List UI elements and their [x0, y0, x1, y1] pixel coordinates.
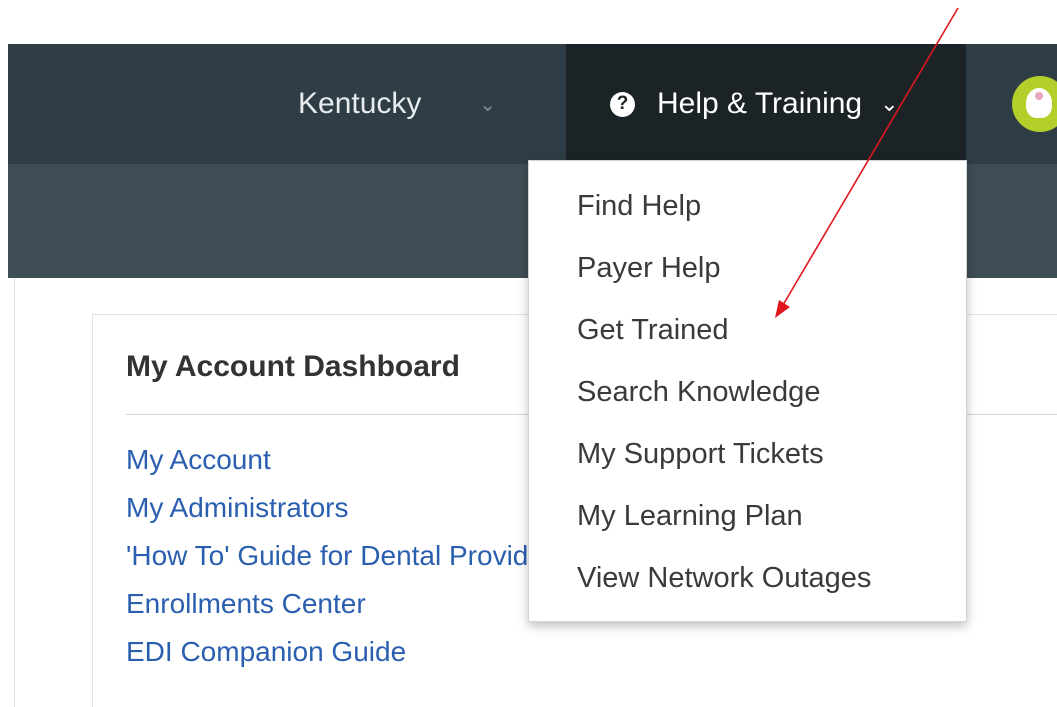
menu-item-payer-help[interactable]: Payer Help [577, 245, 871, 307]
menu-item-find-help[interactable]: Find Help [577, 183, 871, 245]
chevron-down-icon: ⌄ [880, 91, 899, 116]
state-selector[interactable]: Kentucky ⌄ [298, 84, 496, 124]
menu-item-get-trained[interactable]: Get Trained [577, 307, 871, 369]
help-training-dropdown: Find Help Payer Help Get Trained Search … [528, 160, 967, 622]
left-panel-edge [0, 278, 15, 707]
page: Kentucky ⌄ ? Help & Training ⌄ My Accoun… [0, 0, 1057, 707]
menu-item-search-knowledge[interactable]: Search Knowledge [577, 369, 871, 431]
menu-item-my-learning-plan[interactable]: My Learning Plan [577, 493, 871, 555]
chevron-down-icon: ⌄ [479, 93, 497, 116]
menu-item-view-network-outages[interactable]: View Network Outages [577, 555, 871, 617]
help-training-menu-button[interactable]: ? Help & Training ⌄ [566, 44, 966, 164]
menu-item-my-support-tickets[interactable]: My Support Tickets [577, 431, 871, 493]
link-edi-companion-guide[interactable]: EDI Companion Guide [126, 630, 567, 678]
dashboard-title: My Account Dashboard [126, 350, 460, 383]
link-my-account[interactable]: My Account [126, 438, 567, 486]
link-enrollments-center[interactable]: Enrollments Center [126, 582, 567, 630]
link-my-administrators[interactable]: My Administrators [126, 486, 567, 534]
state-selector-label: Kentucky [298, 87, 422, 120]
question-circle-icon: ? [610, 91, 635, 117]
link-how-to-guide[interactable]: 'How To' Guide for Dental Providers [126, 534, 567, 582]
avatar-unicorn-icon [1026, 88, 1052, 118]
help-training-label: Help & Training [657, 87, 863, 120]
dashboard-links: My Account My Administrators 'How To' Gu… [126, 438, 567, 678]
